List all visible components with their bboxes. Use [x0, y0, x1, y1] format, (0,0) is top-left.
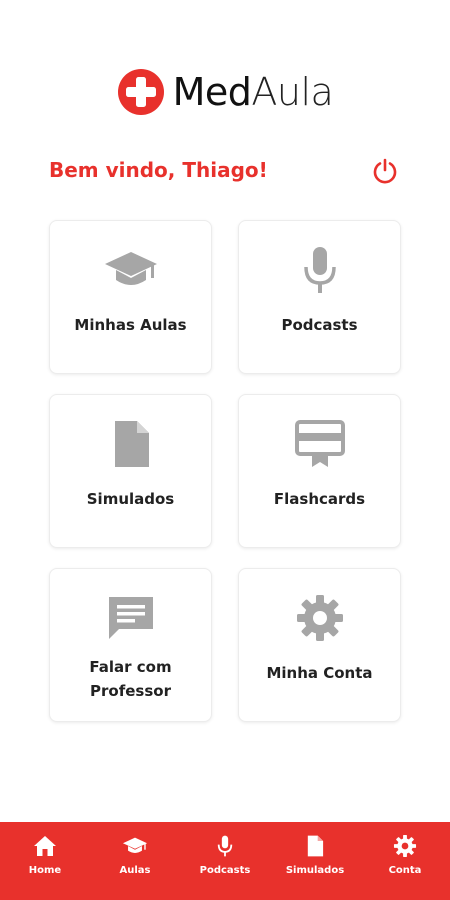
nav-item-podcasts[interactable]: Podcasts — [180, 822, 270, 900]
nav-label: Podcasts — [199, 865, 251, 876]
card-podcasts[interactable]: Podcasts — [238, 220, 401, 374]
power-icon — [373, 158, 397, 184]
logo-text-med: Med — [172, 70, 252, 114]
card-minhas-aulas[interactable]: Minhas Aulas — [49, 220, 212, 374]
nav-item-home[interactable]: Home — [0, 822, 90, 900]
card-label-line2: Professor — [90, 682, 171, 700]
nav-label: Aulas — [119, 865, 151, 876]
nav-label: Home — [28, 865, 62, 876]
card-label: Minhas Aulas — [74, 316, 187, 334]
microphone-icon — [303, 247, 336, 293]
graduation-cap-icon — [104, 252, 157, 285]
app-logo: MedAula — [0, 66, 450, 118]
medical-cross-icon — [117, 69, 164, 115]
card-label-line1: Falar com — [89, 658, 172, 676]
chat-icon — [108, 597, 153, 639]
card-flashcards[interactable]: Flashcards — [238, 394, 401, 548]
nav-label: Conta — [388, 865, 422, 876]
logo-text: MedAula — [173, 73, 334, 111]
nav-label: Simulados — [285, 865, 345, 876]
gear-icon — [393, 834, 417, 858]
card-label: Falar com Professor — [56, 655, 205, 703]
welcome-message: Bem vindo, Thiago! — [49, 158, 268, 182]
card-simulados[interactable]: Simulados — [49, 394, 212, 548]
graduation-cap-icon — [122, 837, 148, 853]
logo-text-aula: Aula — [251, 70, 334, 114]
document-icon — [114, 421, 149, 467]
nav-item-aulas[interactable]: Aulas — [90, 822, 180, 900]
card-falar-professor[interactable]: Falar com Professor — [49, 568, 212, 722]
card-minha-conta[interactable]: Minha Conta — [238, 568, 401, 722]
nav-item-simulados[interactable]: Simulados — [270, 822, 360, 900]
logout-button[interactable] — [370, 156, 400, 186]
home-icon — [34, 836, 56, 856]
nav-item-conta[interactable]: Conta — [360, 822, 450, 900]
card-label: Simulados — [86, 490, 175, 508]
microphone-icon — [217, 835, 233, 857]
gear-icon — [296, 595, 343, 641]
flashcard-icon — [294, 420, 345, 467]
bottom-navigation: Home Aulas Podcasts Simulados Conta — [0, 822, 450, 900]
card-label: Minha Conta — [266, 664, 373, 682]
document-icon — [307, 835, 324, 857]
card-label: Flashcards — [273, 490, 366, 508]
card-label: Podcasts — [281, 316, 358, 334]
